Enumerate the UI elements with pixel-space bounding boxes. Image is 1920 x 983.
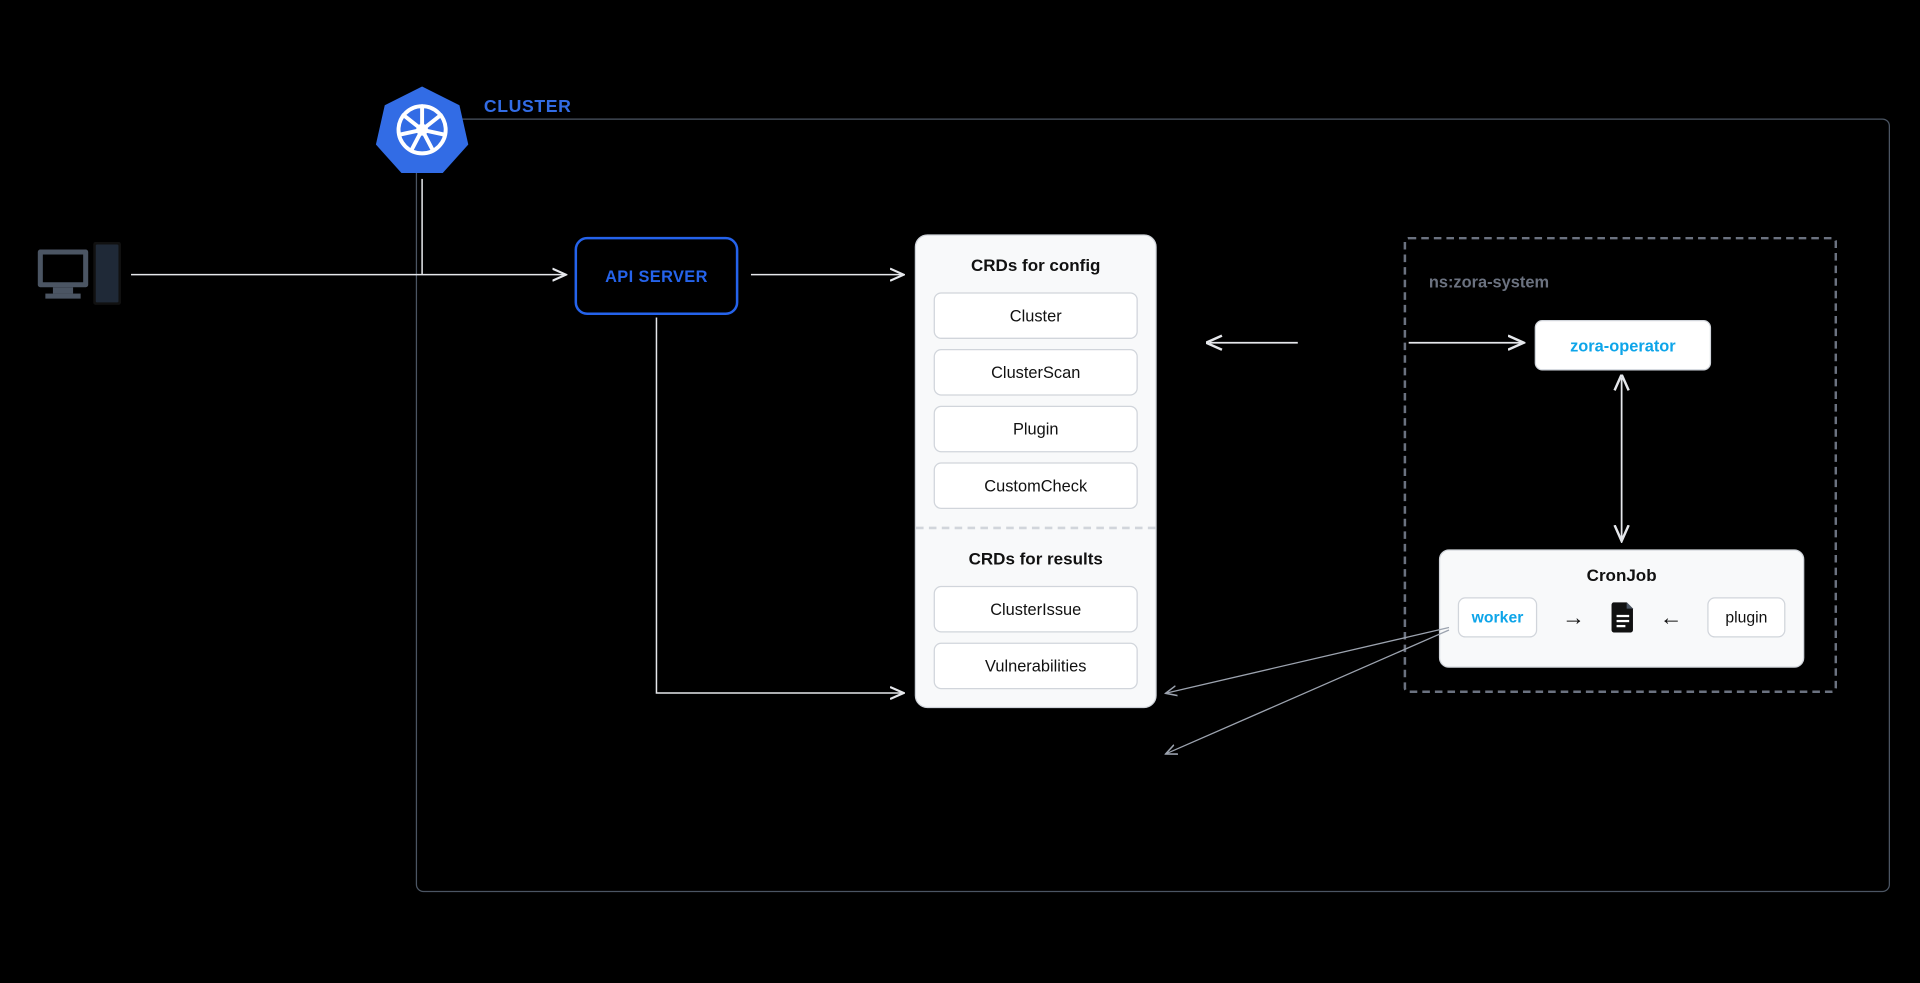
crd-clusterscan: ClusterScan [934, 349, 1138, 396]
crds-config-heading: CRDs for config [934, 256, 1138, 275]
zora-operator-box: zora-operator [1535, 320, 1711, 370]
crd-cluster: Cluster [934, 292, 1138, 339]
cronjob-panel: CronJob worker → ← plugin [1439, 549, 1804, 667]
kubernetes-icon [373, 81, 471, 179]
arrow-right-icon: → [1562, 604, 1585, 630]
crd-clusterissue: ClusterIssue [934, 586, 1138, 633]
cluster-label: CLUSTER [484, 96, 572, 116]
crds-panel: CRDs for config Cluster ClusterScan Plug… [915, 234, 1157, 708]
crds-results-heading: CRDs for results [934, 549, 1138, 568]
crds-config-section: CRDs for config Cluster ClusterScan Plug… [916, 236, 1155, 527]
crds-results-section: CRDs for results ClusterIssue Vulnerabil… [916, 529, 1155, 707]
cronjob-row: worker → ← plugin [1458, 597, 1786, 637]
crd-customcheck: CustomCheck [934, 462, 1138, 509]
api-server-label: API SERVER [605, 266, 708, 285]
document-icon [1610, 602, 1635, 632]
computer-icon [35, 242, 123, 313]
api-server-box: API SERVER [575, 237, 739, 315]
crd-plugin: Plugin [934, 406, 1138, 453]
cronjob-title: CronJob [1458, 566, 1786, 585]
arrow-left-icon: ← [1660, 604, 1683, 630]
cronjob-plugin: plugin [1707, 597, 1785, 637]
zora-operator-label: zora-operator [1570, 336, 1676, 355]
namespace-label: ns:zora-system [1429, 272, 1549, 291]
crd-vulnerabilities: Vulnerabilities [934, 643, 1138, 690]
cronjob-worker: worker [1458, 597, 1537, 637]
